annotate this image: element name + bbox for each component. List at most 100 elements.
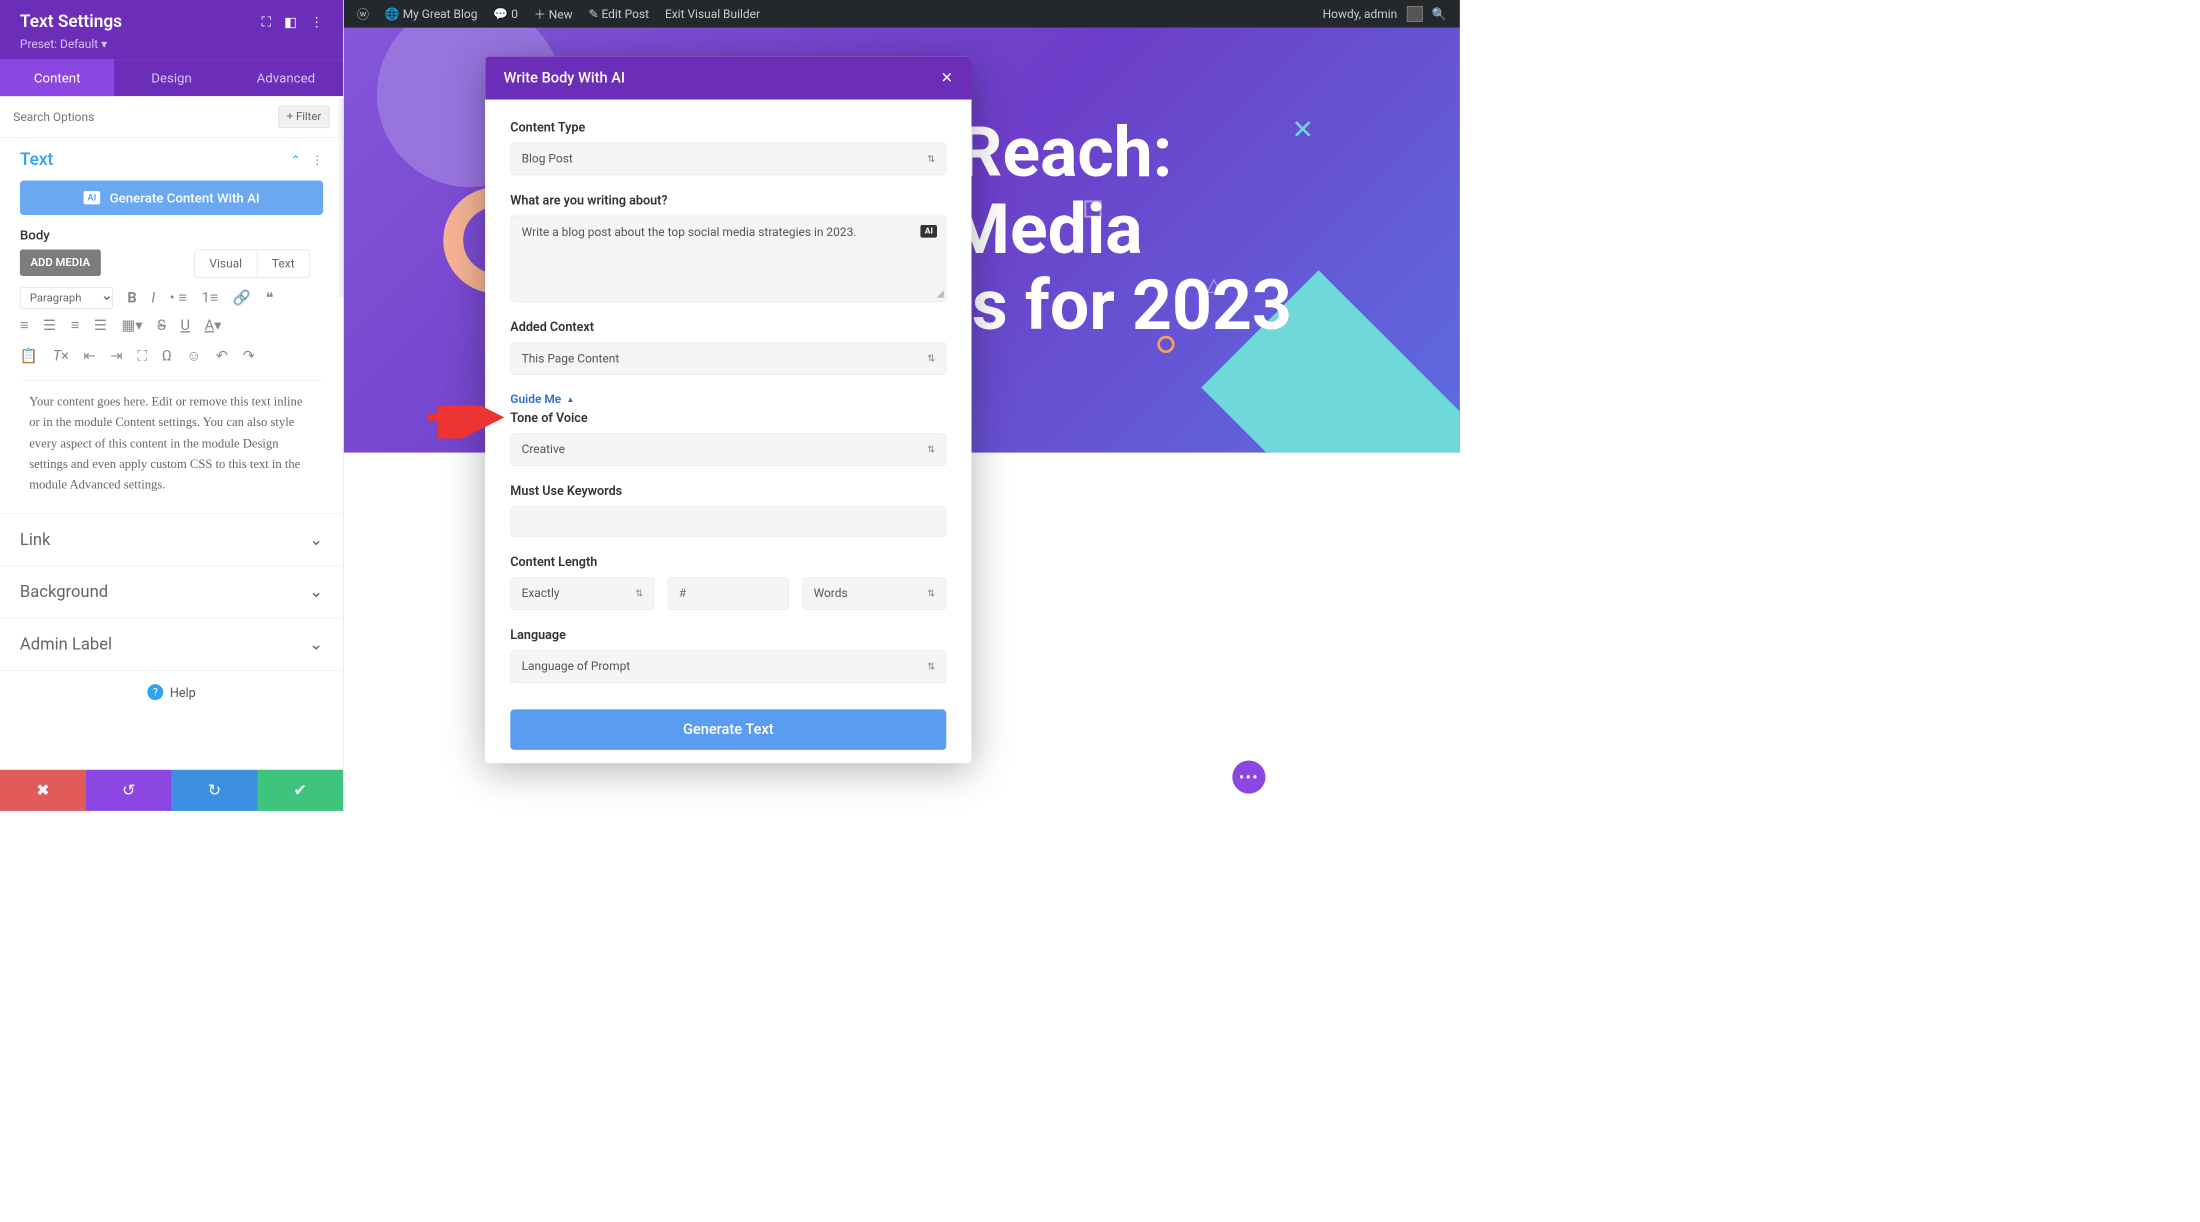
chevron-down-icon: ⌄	[309, 582, 323, 602]
save-button[interactable]: ✔	[257, 770, 343, 811]
generate-content-ai-button[interactable]: AI Generate Content With AI	[20, 180, 323, 215]
chevron-updown-icon: ⇅	[927, 588, 935, 599]
context-select[interactable]: This Page Content⇅	[510, 342, 946, 375]
special-char-icon[interactable]: Ω	[162, 347, 172, 364]
table-icon[interactable]: ▦▾	[122, 317, 143, 334]
number-list-icon[interactable]: 1≡	[201, 289, 218, 306]
content-type-label: Content Type	[510, 119, 946, 134]
comments-link[interactable]: 💬 0	[493, 7, 518, 21]
align-justify-icon[interactable]: ☰	[94, 317, 107, 334]
redo-button[interactable]: ↻	[172, 770, 258, 811]
italic-icon[interactable]: I	[151, 290, 155, 307]
tab-advanced[interactable]: Advanced	[229, 59, 343, 96]
outdent-icon[interactable]: ⇥	[110, 347, 122, 364]
length-unit-select[interactable]: Words⇅	[802, 577, 946, 610]
filter-button[interactable]: + Filter	[278, 106, 330, 129]
settings-panel: Text Settings ⛶ ◧ ⋮ Preset: Default ▾ Co…	[0, 0, 344, 811]
wp-logo-icon[interactable]: ⓦ	[357, 5, 369, 22]
indent-icon[interactable]: ⇤	[84, 347, 96, 364]
underline-icon[interactable]: U	[181, 317, 190, 334]
panel-title: Text Settings	[20, 12, 122, 32]
align-right-icon[interactable]: ≡	[71, 317, 80, 334]
close-icon[interactable]: ✕	[941, 70, 953, 87]
help-link[interactable]: ? Help	[0, 670, 343, 713]
add-media-button[interactable]: ADD MEDIA	[20, 250, 101, 277]
resize-handle-icon[interactable]: ◢	[936, 289, 943, 300]
keywords-input[interactable]	[510, 506, 946, 537]
length-number-input[interactable]	[668, 577, 789, 610]
section-background[interactable]: Background⌄	[0, 565, 343, 617]
fullscreen-icon[interactable]: ⛶	[137, 347, 147, 364]
quote-icon[interactable]: ❝	[266, 290, 274, 307]
tab-content[interactable]: Content	[0, 59, 114, 96]
section-text[interactable]: Text	[20, 150, 53, 170]
clear-format-icon[interactable]: T×	[53, 347, 69, 364]
format-select[interactable]: Paragraph	[20, 287, 113, 308]
generate-text-button[interactable]: Generate Text	[510, 709, 946, 749]
expand-icon[interactable]: ⛶	[262, 14, 271, 30]
strike-icon[interactable]: S	[157, 317, 166, 334]
panel-tabs: Content Design Advanced	[0, 59, 343, 96]
emoji-icon[interactable]: ☺	[186, 347, 201, 364]
chevron-down-icon: ⌄	[309, 530, 323, 550]
text-color-icon[interactable]: A▾	[205, 317, 222, 334]
paste-icon[interactable]: 📋	[20, 347, 38, 364]
edit-post-link[interactable]: ✎ Edit Post	[589, 7, 650, 21]
align-left-icon[interactable]: ≡	[20, 317, 29, 334]
wp-adminbar: ⓦ 🌐 My Great Blog 💬 0 ＋ New ✎ Edit Post …	[344, 0, 1460, 28]
avatar-icon[interactable]	[1407, 6, 1423, 22]
tone-label: Tone of Voice	[510, 410, 946, 425]
bottom-actions: ✖ ↺ ↻ ✔	[0, 770, 343, 811]
bold-icon[interactable]: B	[127, 290, 136, 307]
search-input[interactable]	[13, 110, 203, 124]
link-icon[interactable]: 🔗	[233, 290, 251, 307]
language-label: Language	[510, 627, 946, 642]
preset-dropdown[interactable]: Preset: Default ▾	[20, 37, 323, 51]
chevron-down-icon: ▾	[101, 37, 107, 51]
align-center-icon[interactable]: ☰	[43, 317, 56, 334]
length-mode-select[interactable]: Exactly⇅	[510, 577, 654, 610]
builder-fab-button[interactable]: •••	[1232, 760, 1265, 793]
editor-tab-visual[interactable]: Visual	[194, 250, 257, 279]
redo-icon[interactable]: ↷	[243, 347, 255, 364]
tab-design[interactable]: Design	[114, 59, 228, 96]
chevron-updown-icon: ⇅	[927, 353, 935, 364]
dock-icon[interactable]: ◧	[284, 14, 297, 30]
ai-badge-icon: AI	[83, 191, 100, 204]
editor-body[interactable]: Your content goes here. Edit or remove t…	[20, 380, 323, 513]
about-label: What are you writing about?	[510, 192, 946, 207]
undo-icon[interactable]: ↶	[216, 347, 228, 364]
language-select[interactable]: Language of Prompt⇅	[510, 650, 946, 683]
exit-builder-link[interactable]: Exit Visual Builder	[665, 7, 760, 21]
editor-toolbar-3: 📋 T× ⇤ ⇥ ⛶ Ω ☺ ↶ ↷	[0, 343, 343, 374]
content-type-select[interactable]: Blog Post⇅	[510, 143, 946, 176]
panel-header: Text Settings ⛶ ◧ ⋮ Preset: Default ▾	[0, 0, 343, 59]
section-admin-label[interactable]: Admin Label⌄	[0, 618, 343, 670]
tone-select[interactable]: Creative⇅	[510, 433, 946, 466]
modal-title: Write Body With AI	[504, 70, 625, 87]
discard-button[interactable]: ✖	[0, 770, 86, 811]
section-link[interactable]: Link⌄	[0, 513, 343, 565]
editor-toolbar-1: Paragraph B I • ≡ 1≡ 🔗 ❝	[0, 278, 343, 313]
editor-tab-text[interactable]: Text	[257, 250, 310, 279]
chevron-updown-icon: ⇅	[635, 588, 643, 599]
bullet-list-icon[interactable]: • ≡	[170, 289, 187, 306]
ai-suggest-icon[interactable]: AI	[921, 225, 937, 238]
chevron-updown-icon: ⇅	[927, 154, 935, 165]
body-label: Body	[0, 227, 343, 250]
chevron-updown-icon: ⇅	[927, 444, 935, 455]
section-more-icon[interactable]: ⋮	[311, 153, 323, 167]
site-name[interactable]: 🌐 My Great Blog	[385, 7, 478, 21]
search-icon[interactable]: 🔍	[1432, 7, 1447, 21]
scrollbar[interactable]	[336, 98, 343, 297]
undo-button[interactable]: ↺	[86, 770, 172, 811]
guide-me-toggle[interactable]: Guide Me ▲	[510, 392, 946, 406]
about-textarea[interactable]: Write a blog post about the top social m…	[510, 216, 946, 302]
chevron-up-icon[interactable]: ⌃	[291, 153, 301, 167]
howdy-text[interactable]: Howdy, admin	[1323, 7, 1398, 21]
new-link[interactable]: ＋ New	[534, 5, 573, 22]
length-label: Content Length	[510, 554, 946, 569]
chevron-updown-icon: ⇅	[927, 661, 935, 672]
more-icon[interactable]: ⋮	[310, 14, 323, 30]
keywords-label: Must Use Keywords	[510, 483, 946, 498]
